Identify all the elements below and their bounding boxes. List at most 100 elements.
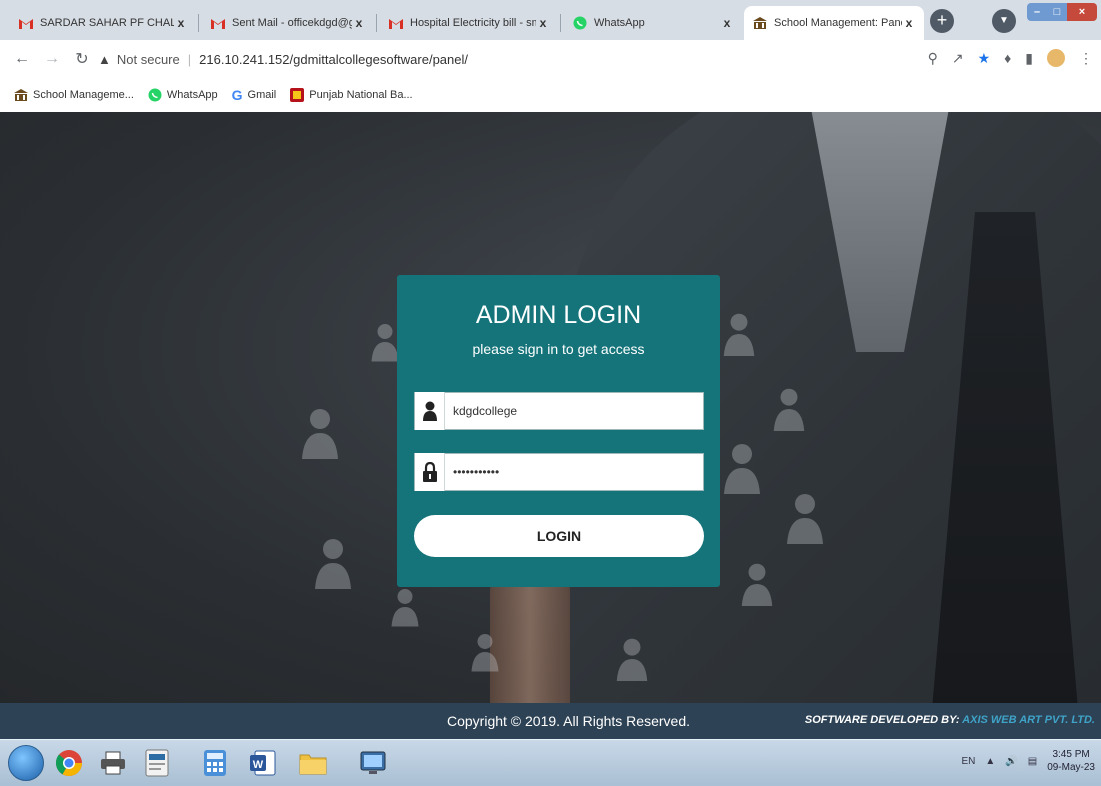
close-icon[interactable]: x (174, 16, 188, 30)
chrome-icon[interactable] (52, 746, 86, 780)
new-tab-button[interactable]: + (930, 9, 954, 33)
menu-icon[interactable]: ⋮ (1079, 50, 1093, 67)
person-icon (723, 313, 755, 356)
close-icon[interactable]: x (720, 16, 734, 30)
address-bar[interactable]: ▲ Not secure | 216.10.241.152/gdmittalco… (98, 46, 938, 72)
bookmark-label: Gmail (247, 89, 277, 101)
close-icon[interactable]: x (536, 16, 550, 30)
bookmark-school-management[interactable]: School Manageme... (14, 89, 134, 101)
tab-hospital-electricity[interactable]: Hospital Electricity bill - smgdc x (380, 6, 558, 40)
language-indicator[interactable]: EN (961, 756, 975, 767)
copyright-text: Copyright © 2019. All Rights Reserved. (447, 713, 690, 729)
login-button[interactable]: LOGIN (414, 515, 704, 557)
tray-expand-icon[interactable]: ▲ (985, 756, 995, 767)
volume-icon[interactable]: 🔊 (1005, 756, 1017, 767)
tab-strip: SARDAR SAHAR PF CHALLANS x Sent Mail - o… (0, 0, 1101, 40)
whatsapp-icon (572, 15, 588, 31)
page-footer: Copyright © 2019. All Rights Reserved. S… (0, 703, 1101, 739)
tab-title: WhatsApp (594, 17, 645, 29)
tab-whatsapp[interactable]: WhatsApp x (564, 6, 742, 40)
bookmark-punjab-national-bank[interactable]: Punjab National Ba... (290, 88, 413, 102)
clock-time: 3:45 PM (1052, 749, 1090, 760)
login-panel: ADMIN LOGIN please sign in to get access… (397, 275, 720, 587)
gmail-icon (388, 15, 404, 31)
login-page: ADMIN LOGIN please sign in to get access… (0, 112, 1101, 703)
tab-school-management[interactable]: School Management: Panel x (744, 6, 924, 40)
tab-title: SARDAR SAHAR PF CHALLANS (40, 17, 174, 29)
person-icon (371, 324, 399, 362)
person-icon (787, 494, 823, 544)
star-icon[interactable]: ★ (978, 50, 991, 67)
clock-date: 09-May-23 (1047, 762, 1095, 773)
school-icon (752, 15, 768, 31)
toolbar-actions: ⚲ ↗ ★ ♦ ▮ ⋮ (928, 49, 1093, 67)
lock-icon (415, 453, 445, 491)
warning-icon[interactable]: ▲ (98, 52, 111, 67)
windows-taskbar: W EN ▲ 🔊 ▤ 3:45 PM 09-May-23 (0, 739, 1101, 786)
tab-title: Sent Mail - officekdgd@gmail. (232, 17, 352, 29)
bookmark-gmail[interactable]: G Gmail (232, 87, 277, 103)
svg-text:W: W (253, 759, 264, 771)
person-icon (471, 634, 499, 672)
developer-link[interactable]: AXIS WEB ART PVT. LTD. (962, 714, 1095, 726)
folder-icon[interactable] (296, 746, 330, 780)
gmail-icon (18, 15, 34, 31)
tab-sent-mail[interactable]: Sent Mail - officekdgd@gmail. x (202, 6, 374, 40)
bank-icon (290, 88, 305, 102)
person-icon (741, 563, 773, 606)
bookmark-label: Punjab National Ba... (309, 89, 413, 101)
browser-toolbar: ← → ↻ ▲ Not secure | 216.10.241.152/gdmi… (0, 40, 1101, 78)
forward-button[interactable]: → (40, 50, 64, 68)
gmail-icon (210, 15, 226, 31)
security-label[interactable]: Not secure (117, 52, 180, 67)
developer-credit: SOFTWARE DEVELOPED BY: AXIS WEB ART PVT.… (805, 714, 1095, 726)
start-button[interactable] (8, 745, 44, 781)
printer-icon[interactable] (96, 746, 130, 780)
profile-avatar[interactable] (1047, 49, 1065, 67)
password-input[interactable] (445, 455, 703, 489)
person-icon (302, 409, 338, 459)
tab-search-button[interactable]: ▼ (992, 9, 1016, 33)
person-icon (616, 638, 648, 681)
share-icon[interactable]: ↗ (952, 50, 964, 67)
word-icon[interactable]: W (246, 746, 280, 780)
key-icon[interactable]: ⚲ (928, 50, 938, 67)
close-icon[interactable]: x (352, 16, 366, 30)
tab-separator (198, 14, 199, 32)
calculator-icon[interactable] (198, 746, 232, 780)
school-icon (14, 89, 28, 101)
login-subtitle: please sign in to get access (472, 341, 645, 357)
tab-title: Hospital Electricity bill - smgdc (410, 17, 536, 29)
person-icon (391, 589, 419, 627)
bookmark-label: WhatsApp (166, 89, 218, 101)
close-icon[interactable]: x (902, 16, 916, 30)
system-tray: EN ▲ 🔊 ▤ 3:45 PM 09-May-23 (961, 748, 1095, 774)
login-title: ADMIN LOGIN (475, 301, 642, 329)
side-panel-icon[interactable]: ▮ (1025, 50, 1033, 67)
bookmarks-bar: School Manageme... WhatsApp G Gmail Punj… (0, 78, 1101, 112)
maximize-button[interactable]: □ (1047, 3, 1067, 21)
developed-by-label: SOFTWARE DEVELOPED BY: (804, 714, 960, 726)
window-close-button[interactable]: × (1067, 3, 1097, 21)
person-icon (315, 539, 351, 589)
tab-separator (376, 14, 377, 32)
username-input[interactable] (445, 394, 703, 428)
extensions-icon[interactable]: ♦ (1004, 50, 1011, 66)
tab-sardar-sahar[interactable]: SARDAR SAHAR PF CHALLANS x (10, 6, 196, 40)
window-controls: – □ × (1027, 3, 1097, 21)
minimize-button[interactable]: – (1027, 3, 1047, 21)
reload-button[interactable]: ↻ (70, 49, 94, 69)
user-icon (415, 392, 445, 430)
password-field (414, 453, 704, 491)
clock[interactable]: 3:45 PM 09-May-23 (1047, 748, 1095, 774)
whatsapp-icon (148, 88, 162, 102)
url-text[interactable]: 216.10.241.152/gdmittalcollegesoftware/p… (199, 52, 468, 67)
network-icon[interactable] (356, 746, 390, 780)
tab-title: School Management: Panel (774, 17, 902, 29)
back-button[interactable]: ← (10, 50, 34, 68)
person-icon (724, 444, 760, 494)
network-status-icon[interactable]: ▤ (1028, 756, 1037, 767)
divider: | (187, 51, 192, 67)
bookmark-whatsapp[interactable]: WhatsApp (148, 88, 218, 102)
tally-icon[interactable] (140, 746, 174, 780)
